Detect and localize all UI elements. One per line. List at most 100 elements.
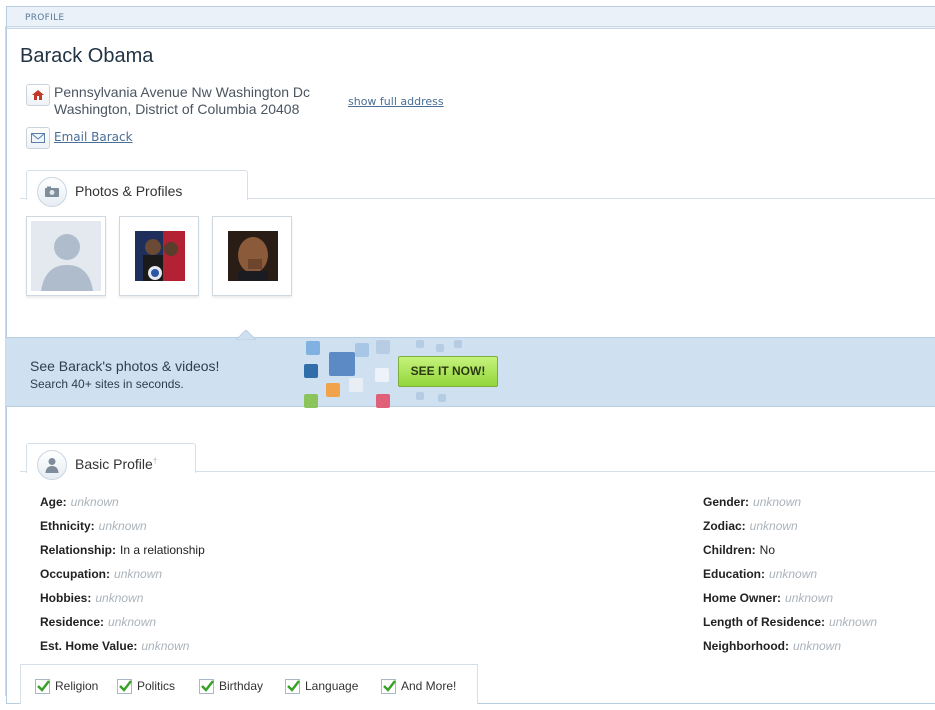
field-label: Neighborhood (703, 639, 785, 653)
profile-field: Zodiac: unknown (703, 519, 798, 533)
field-value: unknown (108, 615, 157, 629)
picasa-icon (349, 378, 363, 392)
address: Pennsylvania Avenue Nw Washington Dc Was… (54, 84, 310, 118)
tab-photos-profiles-label: Photos & Profiles (75, 183, 183, 199)
profile-field: Age: unknown (40, 495, 119, 509)
twitter-icon (306, 341, 320, 355)
profile-field: Children: No (703, 543, 775, 557)
profile-field: Length of Residence: unknown (703, 615, 877, 629)
email-link[interactable]: Email Barack (54, 130, 133, 144)
field-value: unknown (141, 639, 190, 653)
field-label: Home Owner (703, 591, 778, 605)
field-value: unknown (70, 495, 119, 509)
field-value: unknown (95, 591, 144, 605)
field-separator: : (821, 615, 826, 629)
field-separator: : (761, 567, 766, 581)
profile-field: Relationship: In a relationship (40, 543, 205, 557)
webshots-icon (304, 394, 318, 408)
flickr-icon (375, 368, 389, 382)
field-value: unknown (792, 639, 842, 653)
field-label: Age (40, 495, 63, 509)
field-value: unknown (829, 615, 878, 629)
field-value: unknown (753, 495, 802, 509)
tab-basic-profile-label: Basic Profile† (75, 456, 157, 472)
tile-icon (416, 340, 424, 348)
field-value: unknown (98, 519, 147, 533)
hi5-icon (355, 343, 369, 357)
promo-subtext: Search 40+ sites in seconds. (30, 377, 184, 391)
tab-basic-profile-text: Basic Profile (75, 456, 153, 472)
field-separator: : (112, 543, 117, 557)
dagger-marker: † (152, 456, 158, 466)
photos-promo-banner: See Barack's photos & videos! Search 40+… (6, 337, 935, 408)
field-label: Relationship (40, 543, 113, 557)
profile-field: Neighborhood: unknown (703, 639, 841, 653)
photo-placeholder[interactable] (26, 216, 106, 296)
field-label: Gender (703, 495, 746, 509)
checkmark-icon (35, 679, 50, 695)
field-separator: : (87, 591, 92, 605)
tab-photos-profiles[interactable]: Photos & Profiles (26, 170, 248, 207)
address-line-1: Pennsylvania Avenue Nw Washington Dc (54, 84, 311, 100)
tile-icon (438, 394, 446, 402)
see-it-now-button[interactable]: SEE IT NOW! (398, 356, 498, 387)
profile-field: Home Owner: unknown (703, 591, 833, 605)
field-separator: : (62, 495, 67, 509)
field-value: unknown (749, 519, 798, 533)
photo-thumbnail[interactable] (212, 216, 292, 296)
field-value: In a relationship (120, 543, 205, 557)
profile-field: Ethnicity: unknown (40, 519, 147, 533)
checklist-item: Politics (117, 679, 175, 695)
profile-field: Occupation: unknown (40, 567, 162, 581)
checkmark-icon (117, 679, 132, 695)
field-label: Length of Residence (703, 615, 822, 629)
myspace-icon (329, 352, 355, 376)
field-label: Ethnicity (40, 519, 91, 533)
field-separator: : (751, 543, 756, 557)
field-separator: : (90, 519, 95, 533)
checklist-item: Language (285, 679, 358, 695)
field-value: unknown (769, 567, 818, 581)
field-separator: : (784, 639, 789, 653)
field-separator: : (777, 591, 782, 605)
photo-thumbnail[interactable] (119, 216, 199, 296)
tile-icon (436, 344, 444, 352)
person-name: Barack Obama (20, 45, 154, 67)
field-separator: : (106, 567, 111, 581)
field-value: unknown (785, 591, 834, 605)
tab-basic-profile[interactable]: Basic Profile† (26, 443, 196, 480)
field-label: Est. Home Value (40, 639, 134, 653)
tile-icon (454, 340, 462, 348)
home-icon (26, 84, 50, 106)
profile-field: Education: unknown (703, 567, 817, 581)
field-label: Children (703, 543, 752, 557)
field-separator: : (133, 639, 138, 653)
checklist-item: Birthday (199, 679, 263, 695)
checklist-item: Religion (35, 679, 98, 695)
yelp-icon (376, 394, 390, 408)
blogger-icon (326, 383, 340, 397)
profile-field: Hobbies: unknown (40, 591, 143, 605)
person-icon (37, 450, 67, 480)
promo-headline: See Barack's photos & videos! (30, 358, 220, 374)
field-label: Occupation (40, 567, 107, 581)
checkmark-icon (285, 679, 300, 695)
tile-icon (416, 392, 424, 400)
field-value: No (759, 543, 776, 557)
field-label: Education (703, 567, 762, 581)
camera-icon (37, 177, 67, 207)
photobucket-icon (376, 340, 390, 354)
field-separator: : (745, 495, 750, 509)
linkedin-icon (304, 364, 318, 378)
checkmark-icon (199, 679, 214, 695)
checklist-item: And More! (381, 679, 456, 695)
field-separator: : (741, 519, 746, 533)
checkmark-icon (381, 679, 396, 695)
profile-field: Est. Home Value: unknown (40, 639, 189, 653)
field-separator: : (100, 615, 105, 629)
field-label: Hobbies (40, 591, 88, 605)
email-icon (26, 127, 50, 149)
more-info-checklist: Religion Politics Birthday Language And … (20, 664, 478, 704)
field-label: Zodiac (703, 519, 742, 533)
show-full-address-link[interactable]: show full address (348, 95, 444, 108)
